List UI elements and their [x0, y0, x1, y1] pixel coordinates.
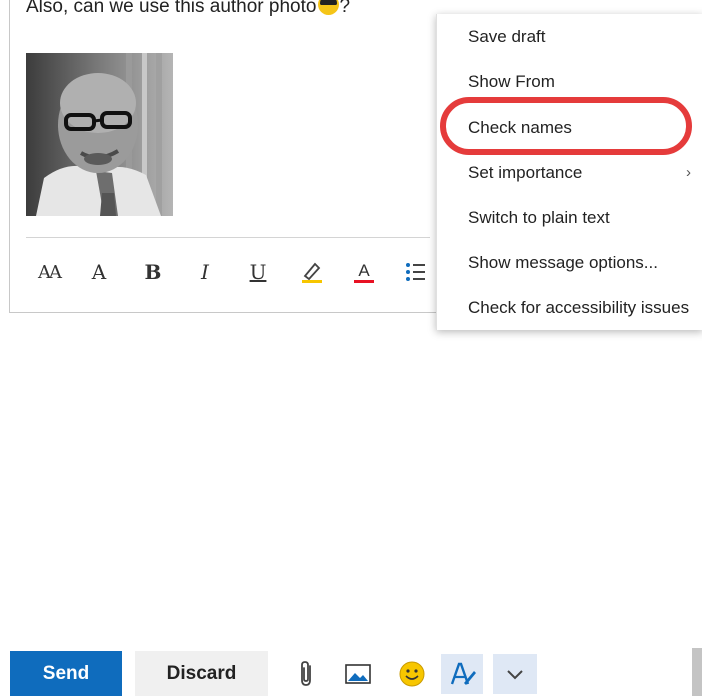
smile-emoji-icon: [318, 0, 340, 15]
highlight-button[interactable]: [296, 258, 328, 286]
menu-item-save-draft[interactable]: Save draft: [437, 14, 702, 59]
bold-button[interactable]: B: [138, 258, 168, 286]
bullet-list-icon: [406, 263, 425, 281]
italic-icon: I: [201, 260, 209, 284]
editor-button[interactable]: [441, 654, 483, 694]
toolbar-divider: [26, 237, 430, 238]
grow-font-button[interactable]: A: [84, 258, 114, 286]
scrollbar[interactable]: [692, 648, 702, 696]
image-icon: [345, 664, 371, 684]
body-suffix: ?: [339, 0, 351, 17]
discard-button[interactable]: Discard: [135, 651, 268, 696]
menu-item-set-importance[interactable]: Set importance ›: [437, 150, 702, 195]
author-photo[interactable]: [26, 53, 173, 216]
bullets-button[interactable]: [400, 258, 432, 286]
italic-button[interactable]: I: [190, 258, 220, 286]
underline-button[interactable]: U: [243, 258, 273, 286]
editor-icon: [450, 662, 476, 685]
more-options-menu: Save draft Show From Check names Set imp…: [436, 14, 702, 330]
font-size-button[interactable]: AA: [30, 258, 68, 286]
font-color-icon: A: [358, 260, 370, 280]
message-body-text[interactable]: Also, can we use this author photo?: [26, 0, 350, 18]
compose-border: [9, 0, 10, 312]
author-photo-image: [26, 53, 173, 216]
menu-item-switch-plain-text[interactable]: Switch to plain text: [437, 195, 702, 240]
menu-item-label: Show From: [468, 71, 555, 91]
menu-item-label: Show message options...: [468, 252, 658, 272]
menu-item-label: Check for accessibility issues: [468, 297, 690, 317]
menu-item-label: Save draft: [468, 26, 546, 46]
font-size-icon: AA: [38, 261, 62, 283]
bold-icon: B: [144, 260, 162, 284]
insert-picture-button[interactable]: [340, 654, 376, 694]
menu-item-label: Set importance: [468, 162, 583, 182]
chevron-down-icon: [507, 670, 523, 680]
annotation-highlight-ring: [440, 97, 692, 155]
emoji-button[interactable]: [394, 654, 430, 694]
more-options-button[interactable]: [493, 654, 537, 694]
menu-item-show-message-options[interactable]: Show message options...: [437, 240, 702, 285]
highlight-swatch: [302, 280, 322, 283]
font-color-swatch: [354, 279, 374, 283]
body-text: Also, can we use this author photo: [26, 0, 317, 17]
attach-icon: [301, 661, 311, 686]
underline-icon: U: [249, 260, 267, 284]
menu-item-check-accessibility[interactable]: Check for accessibility issues: [437, 285, 702, 330]
attach-button[interactable]: [288, 654, 324, 694]
emoji-icon: [399, 661, 425, 687]
send-button[interactable]: Send: [10, 651, 122, 696]
grow-font-icon: A: [91, 260, 107, 284]
menu-item-label: Switch to plain text: [468, 207, 610, 227]
highlighter-icon: [302, 262, 322, 283]
chevron-right-icon: ›: [686, 164, 691, 181]
font-color-button[interactable]: A: [348, 258, 380, 286]
